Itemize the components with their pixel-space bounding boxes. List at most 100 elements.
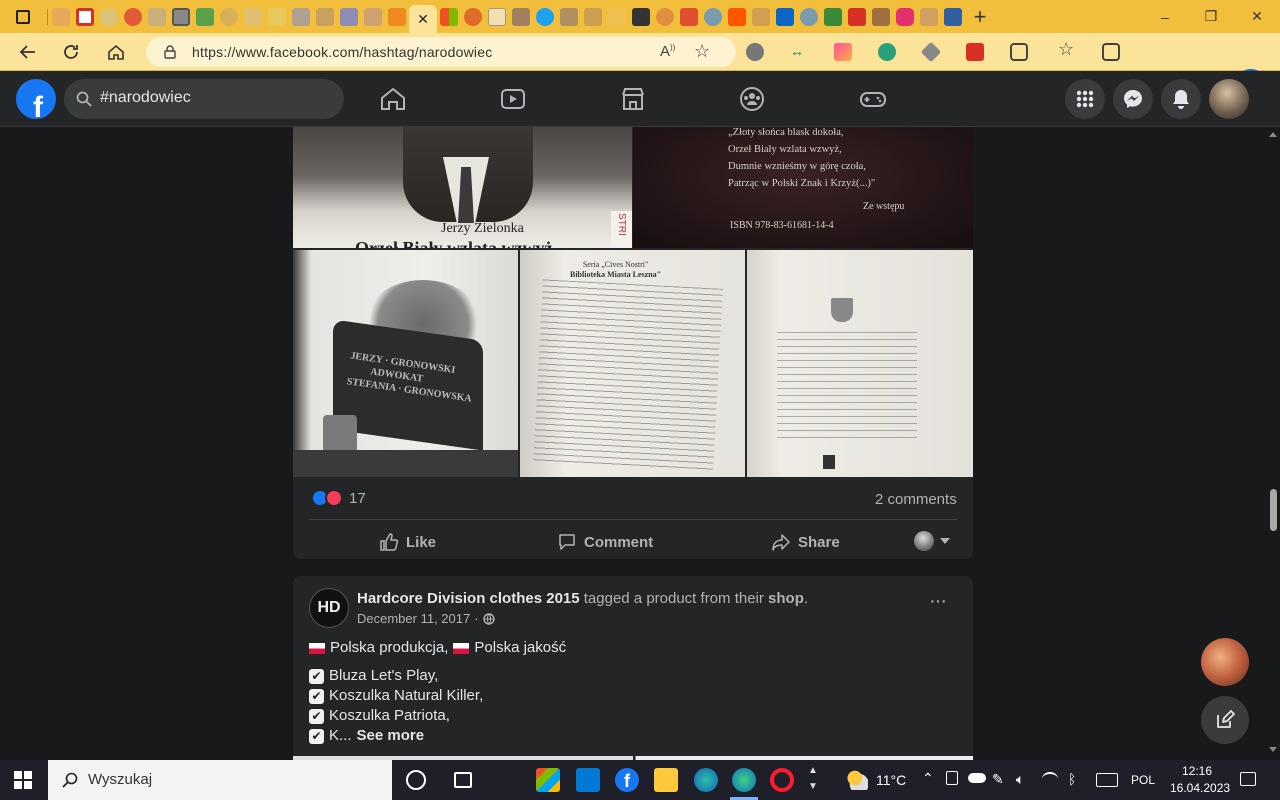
notification-center-icon[interactable] bbox=[1240, 772, 1256, 786]
tab-favicon-30[interactable] bbox=[752, 7, 770, 26]
page-scrollbar[interactable] bbox=[1266, 127, 1280, 760]
read-aloud-icon[interactable]: A)) bbox=[660, 43, 675, 60]
tab-favicon-19[interactable] bbox=[488, 7, 506, 26]
messenger-button[interactable] bbox=[1113, 79, 1153, 119]
shop-link[interactable]: shop bbox=[768, 590, 804, 607]
extension-arrows-icon[interactable]: ↔ bbox=[790, 43, 808, 61]
taskbar-opera-icon[interactable] bbox=[770, 768, 794, 792]
tab-favicon-4[interactable] bbox=[124, 7, 142, 26]
tab-favicon-18[interactable] bbox=[464, 7, 482, 26]
tab-favicon-soundcloud[interactable] bbox=[728, 7, 746, 26]
minimize-button[interactable]: – bbox=[1142, 0, 1188, 33]
tab-favicon-22[interactable] bbox=[560, 7, 578, 26]
extension-cube-icon[interactable] bbox=[920, 41, 942, 63]
tab-favicon-35[interactable] bbox=[872, 7, 890, 26]
tab-favicon-11[interactable] bbox=[292, 7, 310, 26]
comments-count[interactable]: 2 comments bbox=[875, 491, 957, 508]
post-photo-contents-page[interactable]: Seria „Cives Nostri" Biblioteka Miasta L… bbox=[520, 250, 745, 477]
url-text[interactable]: https://www.facebook.com/hashtag/narodow… bbox=[192, 44, 492, 60]
watch-icon[interactable] bbox=[499, 85, 527, 113]
new-tab-button[interactable]: + bbox=[965, 4, 995, 30]
scroll-down-arrow[interactable] bbox=[1269, 747, 1277, 752]
search-input[interactable]: #narodowiec bbox=[100, 89, 191, 107]
notifications-button[interactable] bbox=[1161, 79, 1201, 119]
taskbar-search[interactable]: Wyszukaj bbox=[48, 760, 392, 800]
page-avatar[interactable]: HD bbox=[309, 588, 349, 628]
active-tab[interactable]: ✕ bbox=[409, 5, 437, 33]
tab-favicon-gmail[interactable] bbox=[76, 7, 94, 26]
facebook-logo[interactable]: f bbox=[16, 79, 56, 119]
tab-favicon-37[interactable] bbox=[920, 7, 938, 26]
extension-gradient-icon[interactable] bbox=[834, 43, 852, 61]
close-tab-icon[interactable]: ✕ bbox=[417, 11, 429, 28]
taskbar-store-icon[interactable] bbox=[536, 768, 560, 792]
tab-favicon-33[interactable] bbox=[824, 7, 842, 26]
new-message-button[interactable] bbox=[1201, 696, 1249, 744]
reaction-as-selector[interactable] bbox=[914, 531, 950, 551]
taskbar-explorer-icon[interactable] bbox=[654, 768, 678, 792]
start-button[interactable] bbox=[14, 771, 32, 789]
restore-button[interactable]: ❐ bbox=[1188, 0, 1234, 33]
cortana-button[interactable] bbox=[406, 770, 426, 790]
tab-favicon-9[interactable] bbox=[244, 7, 262, 26]
facebook-search[interactable]: #narodowiec bbox=[64, 79, 344, 119]
collections-icon[interactable] bbox=[1102, 43, 1120, 61]
tab-favicon-27[interactable] bbox=[680, 7, 698, 26]
page-name-link[interactable]: Hardcore Division clothes 2015 bbox=[357, 590, 580, 607]
favorites-icon[interactable]: ☆ bbox=[1058, 39, 1076, 59]
scrollbar-thumb[interactable] bbox=[1270, 489, 1277, 531]
task-view-button[interactable] bbox=[454, 772, 472, 788]
chat-head-avatar[interactable] bbox=[1201, 638, 1249, 686]
comment-button[interactable]: Comment bbox=[558, 532, 653, 552]
home-button[interactable] bbox=[102, 38, 130, 66]
post-date-link[interactable]: December 11, 2017 bbox=[357, 611, 470, 626]
taskbar-facebook-icon[interactable]: f bbox=[615, 768, 639, 792]
tray-onedrive-icon[interactable] bbox=[968, 773, 986, 783]
tab-favicon-8[interactable] bbox=[220, 7, 238, 26]
tab-favicon-38[interactable] bbox=[944, 7, 962, 26]
tray-chevron-up-icon[interactable]: ⌃ bbox=[922, 770, 934, 787]
weather-icon[interactable] bbox=[846, 770, 868, 790]
share-button[interactable]: Share bbox=[772, 532, 840, 552]
tab-favicon-12[interactable] bbox=[316, 7, 334, 26]
tab-favicon-wordpress-2[interactable] bbox=[800, 7, 818, 26]
taskbar-edge-beta-icon[interactable] bbox=[694, 768, 718, 792]
tab-favicon-7[interactable] bbox=[196, 7, 214, 26]
tab-favicon-3[interactable] bbox=[100, 7, 118, 26]
close-window-button[interactable]: ✕ bbox=[1234, 0, 1280, 33]
tab-favicon-windows[interactable] bbox=[440, 7, 458, 26]
taskbar-mail-icon[interactable] bbox=[576, 768, 600, 792]
tab-favicon-1[interactable] bbox=[52, 7, 70, 26]
extension-pdf-icon[interactable] bbox=[966, 43, 984, 61]
marketplace-icon[interactable] bbox=[619, 85, 647, 113]
post-photo-imprint-page[interactable] bbox=[747, 250, 973, 477]
tab-favicon-24[interactable] bbox=[608, 7, 626, 26]
tray-bluetooth-icon[interactable]: ᛒ bbox=[1068, 771, 1076, 787]
clock[interactable]: 12:16 16.04.2023 bbox=[1170, 763, 1230, 797]
extension-badge-icon[interactable] bbox=[878, 43, 896, 61]
tab-actions-icon[interactable] bbox=[0, 0, 46, 33]
lock-icon[interactable] bbox=[164, 45, 176, 59]
groups-icon[interactable] bbox=[738, 85, 766, 113]
scroll-up-arrow[interactable] bbox=[1269, 132, 1277, 137]
tab-favicon-23[interactable] bbox=[584, 7, 602, 26]
tab-favicon-x[interactable] bbox=[632, 7, 650, 26]
home-icon[interactable] bbox=[379, 85, 407, 113]
tab-favicon-15[interactable] bbox=[388, 7, 406, 26]
gaming-icon[interactable] bbox=[859, 85, 887, 113]
weather-temperature[interactable]: 11°C bbox=[876, 772, 906, 788]
tray-wifi-icon[interactable] bbox=[1042, 772, 1058, 786]
account-avatar[interactable] bbox=[1209, 79, 1249, 119]
tab-favicon-20[interactable] bbox=[512, 7, 530, 26]
taskbar-search-placeholder[interactable]: Wyszukaj bbox=[88, 771, 152, 788]
menu-button[interactable] bbox=[1065, 79, 1105, 119]
post-more-button[interactable]: ··· bbox=[929, 591, 947, 611]
tray-meet-now-icon[interactable] bbox=[946, 771, 958, 785]
add-favorite-icon[interactable]: ☆ bbox=[694, 41, 710, 62]
tray-volume-icon[interactable]: 🔈︎ bbox=[1016, 771, 1024, 788]
reactions-summary[interactable]: 17 bbox=[311, 489, 366, 507]
tab-favicon-php[interactable] bbox=[340, 7, 358, 26]
post-photo-book-front[interactable]: Jerzy Zielonka Orzeł Biały wzlata wzwyż … bbox=[293, 127, 632, 248]
tab-favicon-6[interactable] bbox=[172, 7, 190, 26]
tab-favicon-14[interactable] bbox=[364, 7, 382, 26]
